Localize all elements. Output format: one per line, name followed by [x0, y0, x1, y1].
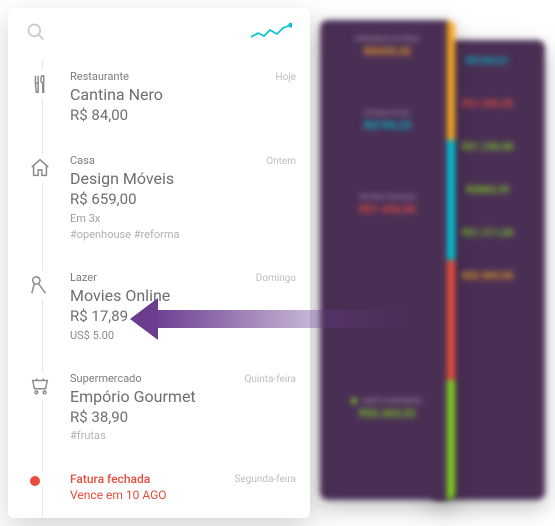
statement-value: R$2.069,00 [462, 271, 514, 282]
statement-value: R$1.240,08 [462, 142, 514, 153]
limit-label: FATURA FECHADA [359, 194, 416, 201]
transaction-day: Segunda-feira [235, 472, 296, 485]
leisure-icon [26, 271, 54, 299]
statement-value: R$1.211,60 [462, 228, 514, 239]
home-icon [26, 154, 54, 182]
chart-icon[interactable] [250, 23, 292, 45]
transaction-category: Supermercado [70, 372, 244, 385]
transaction-day: Domingo [256, 271, 296, 284]
limit-label: PRÓXIMAS FATURAS [355, 36, 419, 43]
limit-value: R$799,25 [364, 119, 411, 132]
dot-red-icon [30, 476, 40, 486]
transaction-day: Ontem [266, 154, 296, 167]
limit-label: LIMITE DISPONÍVEL [351, 398, 423, 405]
transaction-row[interactable]: Casa Design Móveis R$ 659,00 Em 3x #open… [26, 140, 296, 257]
transactions-card: Restaurante Cantina Nero R$ 84,00 Hoje C… [8, 8, 310, 518]
transaction-row[interactable]: Supermercado Empório Gourmet R$ 38,90 #f… [26, 358, 296, 458]
transaction-row[interactable]: Restaurante Cantina Nero R$ 84,00 Hoje [26, 56, 296, 140]
limit-value: R$439,32 [364, 45, 411, 58]
transaction-amount: R$ 84,00 [70, 106, 275, 124]
limit-value: R$2.663,52 [359, 407, 416, 420]
invoice-due: Vence em 10 AGO [70, 488, 235, 502]
transaction-category: Casa [70, 154, 266, 167]
transaction-category: Restaurante [70, 70, 275, 83]
transaction-title: Cantina Nero [70, 85, 275, 104]
transaction-row[interactable]: Lazer Movies Online R$ 17,89 US$ 5.00 Do… [26, 257, 296, 358]
transaction-title: Movies Online [70, 286, 256, 305]
dot-icon [351, 398, 357, 404]
transaction-tags: #openhouse #reforma [70, 228, 266, 241]
statement-value: R$1.096,90 [462, 99, 514, 110]
transaction-installments: Em 3x [70, 212, 266, 225]
invoice-closed-label: Fatura fechada [70, 472, 235, 486]
cart-icon [26, 372, 54, 400]
transaction-amount: R$ 17,89 [70, 307, 256, 325]
limit-label: FATURA ATUAL [364, 110, 411, 117]
header [8, 8, 310, 56]
transaction-title: Design Móveis [70, 169, 266, 188]
transaction-title: Empório Gourmet [70, 387, 244, 406]
statement-value: R$884,39 [466, 185, 509, 196]
search-icon[interactable] [26, 22, 46, 46]
background-limits-card: PRÓXIMAS FATURAS R$439,32 FATURA ATUAL R… [320, 20, 455, 500]
transaction-category: Lazer [70, 271, 256, 284]
statement-value: R$169,61 [466, 56, 509, 67]
transaction-amount: R$ 38,90 [70, 408, 244, 426]
transaction-usd: US$ 5.00 [70, 329, 256, 342]
transaction-feed[interactable]: Restaurante Cantina Nero R$ 84,00 Hoje C… [8, 56, 310, 518]
color-tabs [447, 20, 455, 500]
transaction-day: Hoje [275, 70, 296, 83]
limit-value: R$1.096,90 [359, 203, 416, 216]
restaurant-icon [26, 70, 54, 98]
transaction-tags: #frutas [70, 429, 244, 442]
invoice-closed-row[interactable]: Fatura fechada Vence em 10 AGO Segunda-f… [26, 458, 296, 518]
transaction-amount: R$ 659,00 [70, 190, 266, 208]
transaction-day: Quinta-feira [244, 372, 296, 385]
